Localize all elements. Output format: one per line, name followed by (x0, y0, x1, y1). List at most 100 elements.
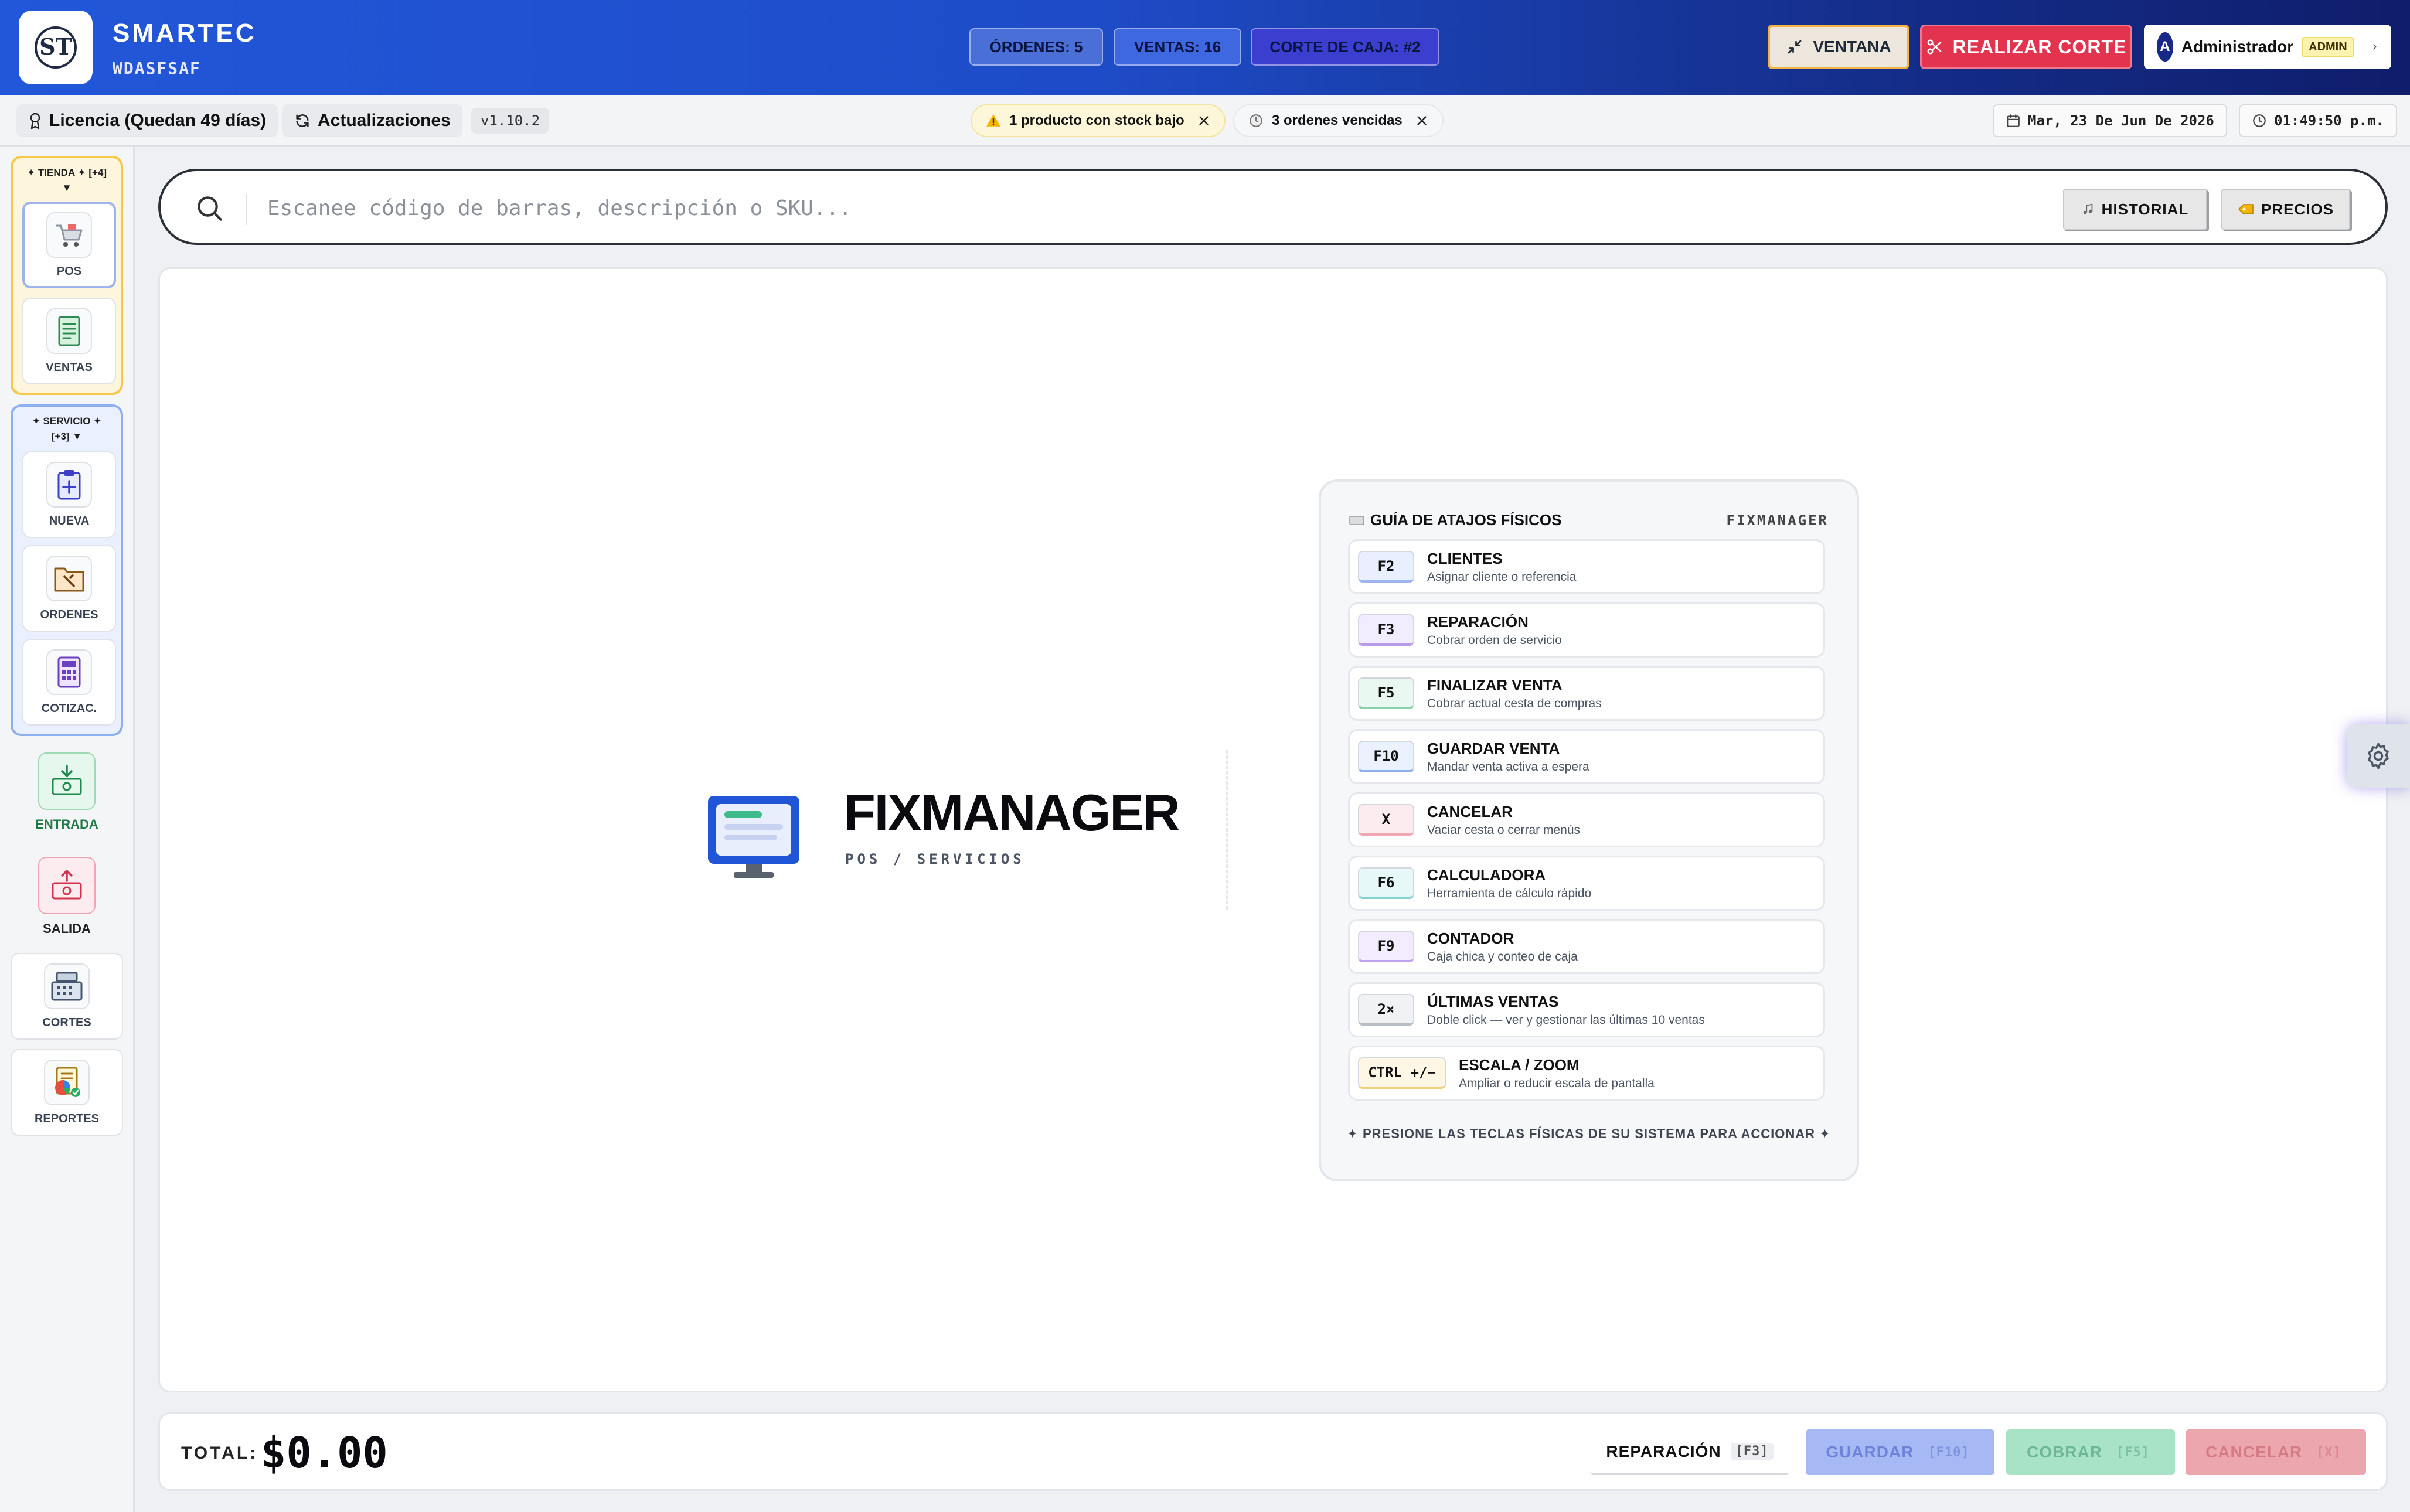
cart-icon (46, 212, 92, 258)
keycap: X (1358, 804, 1414, 836)
keycap: F5 (1358, 677, 1414, 709)
role-badge: ADMIN (2302, 36, 2354, 57)
shortcut-desc: Caja chica y conteo de caja (1427, 949, 1578, 963)
main-panel (158, 267, 2388, 1392)
search-input[interactable] (267, 189, 1967, 227)
date-display: Mar, 23 De Jun De 2026 (1993, 104, 2227, 137)
save-key: [F10] (1928, 1445, 1970, 1460)
total-value: $0.00 (261, 1428, 388, 1477)
keyboard-icon (1349, 515, 1364, 525)
license-chip[interactable]: Licencia (Quedan 49 días) (16, 104, 278, 137)
total-label: TOTAL: (181, 1443, 258, 1463)
calendar-icon (2007, 114, 2020, 127)
minimize-arrows-icon (1788, 40, 1802, 54)
history-label: HISTORIAL (2101, 200, 2189, 218)
orders-counter[interactable]: ÓRDENES: 5 (969, 28, 1103, 66)
keycap: 2× (1358, 994, 1414, 1026)
entrada-label: ENTRADA (35, 817, 98, 832)
scissors-icon (1927, 39, 1941, 55)
servicio-group-title[interactable]: ✦ SERVICIO ✦ [+3] ▼ (23, 414, 111, 444)
close-icon[interactable] (1415, 114, 1428, 127)
save-label: GUARDAR (1826, 1443, 1914, 1461)
shortcut-desc: Doble click — ver y gestionar las última… (1427, 1013, 1705, 1027)
low-stock-alert[interactable]: 1 producto con stock bajo (971, 104, 1226, 137)
splash-divider (1226, 750, 1228, 910)
date-text: Mar, 23 De Jun De 2026 (2028, 113, 2214, 129)
sidebar-item-cotizac[interactable]: COTIZAC. (22, 639, 116, 726)
shortcut-row: F10 GUARDAR VENTA Mandar venta activa a e… (1348, 729, 1825, 784)
price-tag-icon (2238, 204, 2254, 214)
keycap: F9 (1358, 931, 1414, 962)
history-button[interactable]: HISTORIAL (2063, 189, 2207, 230)
splash-subtitle: POS / SERVICIOS (845, 851, 1025, 867)
charge-label: COBRAR (2027, 1443, 2102, 1461)
shortcut-desc: Asignar cliente o referencia (1427, 570, 1577, 584)
shortcut-name: GUARDAR VENTA (1427, 739, 1560, 757)
shortcut-row: F9 CONTADOR Caja chica y conteo de caja (1348, 919, 1825, 974)
chevron-right-icon (2373, 44, 2377, 50)
keycap: F6 (1358, 867, 1414, 899)
repair-label: REPARACIÓN (1606, 1442, 1721, 1460)
status-bar: Licencia (Quedan 49 días) Actualizacione… (0, 95, 2410, 147)
sidebar-item-ventas[interactable]: VENTAS (22, 298, 116, 384)
sidebar-item-nueva[interactable]: NUEVA (22, 451, 116, 538)
shortcut-desc: Ampliar o reducir escala de pantalla (1459, 1076, 1655, 1090)
tienda-group: ✦ TIENDA ✦ [+4] ▼ POS VENTAS (11, 156, 123, 395)
cancel-label: CANCELAR (2205, 1443, 2303, 1461)
sidebar-item-ordenes[interactable]: ORDENES (22, 545, 116, 632)
user-menu[interactable]: A Administrador ADMIN (2144, 25, 2391, 69)
shortcut-row: F2 CLIENTES Asignar cliente o referencia (1348, 539, 1825, 594)
cash-cut-counter[interactable]: CORTE DE CAJA: #2 (1251, 28, 1439, 66)
shortcut-row: 2× ÚLTIMAS VENTAS Doble click — ver y ges… (1348, 982, 1825, 1037)
window-button[interactable]: VENTANA (1768, 25, 1909, 69)
sidebar-item-label: NUEVA (49, 514, 90, 527)
settings-tab[interactable] (2347, 724, 2410, 788)
save-button[interactable]: GUARDAR [F10] (1806, 1429, 1994, 1475)
splash-title: FIXMANAGER (844, 784, 1180, 842)
shortcut-name: CLIENTES (1427, 549, 1503, 567)
music-note-icon (2083, 203, 2093, 214)
cancel-button[interactable]: CANCELAR [X] (2186, 1429, 2366, 1475)
app-logo[interactable]: ST (19, 11, 93, 84)
repair-key: [F3] (1730, 1443, 1774, 1460)
cash-cut-button[interactable]: REALIZAR CORTE (1920, 25, 2132, 69)
sidebar-item-pos[interactable]: POS (22, 202, 116, 288)
search-icon (198, 196, 222, 221)
shortcut-row: F6 CALCULADORA Herramienta de cálculo ráp… (1348, 856, 1825, 911)
shortcut-name: CONTADOR (1427, 929, 1514, 947)
keycap: F10 (1358, 741, 1414, 772)
sales-counter[interactable]: VENTAS: 16 (1114, 28, 1241, 66)
user-name: Administrador (2181, 38, 2294, 56)
repair-button[interactable]: REPARACIÓN [F3] (1590, 1429, 1789, 1475)
award-icon (30, 113, 40, 130)
refresh-icon (296, 114, 309, 127)
sidebar-item-reportes[interactable]: REPORTES (11, 1049, 123, 1136)
guide-footer: ✦ PRESIONE LAS TECLAS FÍSICAS DE SU SIST… (1347, 1126, 1831, 1141)
logo-icon: ST (35, 26, 77, 69)
time-display: 01:49:50 p.m. (2239, 104, 2397, 137)
window-button-label: VENTANA (1813, 38, 1891, 56)
shortcut-guide: GUÍA DE ATAJOS FÍSICOS FIXMANAGER F2 CLI… (1319, 479, 1859, 1181)
updates-chip[interactable]: Actualizaciones (282, 104, 462, 137)
close-icon[interactable] (1197, 114, 1210, 127)
tienda-group-title[interactable]: ✦ TIENDA ✦ [+4] ▼ (23, 165, 111, 196)
expired-orders-alert[interactable]: 3 ordenes vencidas (1233, 104, 1444, 137)
shortcut-desc: Vaciar cesta o cerrar menús (1427, 823, 1581, 837)
servicio-group: ✦ SERVICIO ✦ [+3] ▼ NUEVA ORDENES COTIZA… (11, 404, 123, 736)
sidebar-item-cortes[interactable]: CORTES (11, 953, 123, 1040)
search-bar: HISTORIAL PRECIOS (158, 169, 2388, 245)
prices-button[interactable]: PRECIOS (2221, 189, 2350, 230)
sidebar-item-label: COTIZAC. (41, 701, 97, 715)
time-text: 01:49:50 p.m. (2274, 113, 2384, 129)
folder-tools-icon (46, 555, 92, 601)
shortcut-name: ESCALA / ZOOM (1459, 1055, 1580, 1074)
charge-button[interactable]: COBRAR [F5] (2006, 1429, 2175, 1475)
sidebar-item-salida[interactable]: SALIDA (11, 857, 123, 937)
charge-key: [F5] (2116, 1445, 2150, 1460)
cancel-key: [X] (2316, 1445, 2341, 1460)
shortcut-name: FINALIZAR VENTA (1427, 676, 1563, 694)
sidebar-item-entrada[interactable]: ENTRADA (11, 752, 123, 832)
shortcut-desc: Herramienta de cálculo rápido (1427, 886, 1592, 900)
updates-label: Actualizaciones (318, 111, 451, 130)
shortcut-row: F3 REPARACIÓN Cobrar orden de servicio (1348, 602, 1825, 658)
